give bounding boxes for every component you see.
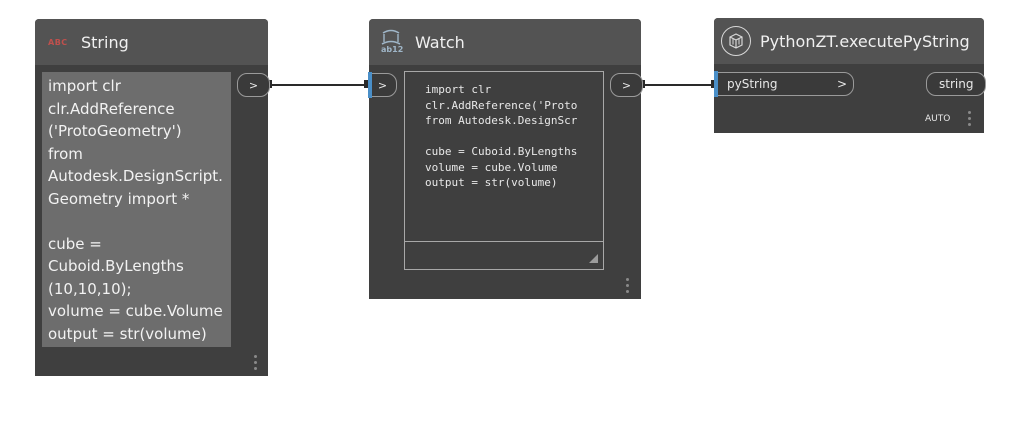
python-input-label: pyString [727,77,778,91]
watch-node-title: Watch [415,32,465,52]
python-input-accent [714,71,718,97]
python-input-arrow: > [836,77,847,91]
python-node-title: PythonZT.executePyString [760,31,970,51]
watch-value-text: import clr clr.AddReference('Proto from … [425,83,578,189]
watch-resize-handle[interactable] [589,254,598,263]
python-node-header[interactable]: PythonZT.executePyString [714,18,984,64]
python-output-label: string [939,77,974,91]
watch-input-accent [368,72,372,98]
lacing-indicator[interactable]: AUTO [925,114,950,124]
watch-display[interactable]: import clr clr.AddReference('Proto from … [404,71,604,270]
string-node-header[interactable]: ABC String [35,19,268,65]
wire-watch-to-python[interactable] [643,84,715,86]
python-type-icon [721,26,751,56]
watch-node-header[interactable]: ab12 Watch [369,19,641,65]
string-type-icon: ABC [48,37,68,47]
watch-type-icon: ab12 [380,29,404,55]
string-node-title: String [81,32,129,52]
string-value-field[interactable]: import clr clr.AddReference ('ProtoGeome… [42,72,231,347]
python-output-port[interactable]: string [926,72,986,96]
watch-divider [405,241,603,242]
string-output-port[interactable]: > [237,73,270,97]
watch-node-menu-icon[interactable] [626,278,629,293]
python-input-port[interactable]: pyString > [714,72,854,96]
watch-icon-label: ab12 [381,45,404,54]
watch-output-port[interactable]: > [610,73,643,97]
python-node-menu-icon[interactable] [968,111,971,126]
wire-string-to-watch[interactable] [270,84,368,86]
watch-input-port[interactable]: > [368,73,397,97]
string-node-menu-icon[interactable] [254,355,257,370]
python-node[interactable]: PythonZT.executePyString pyString > stri… [714,18,986,133]
